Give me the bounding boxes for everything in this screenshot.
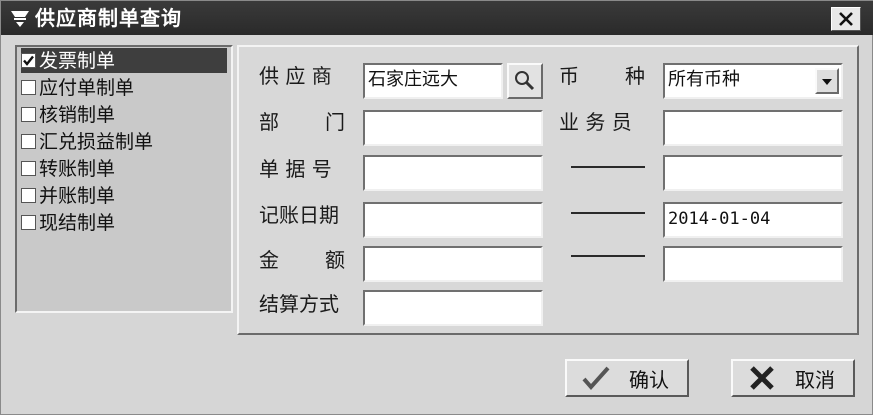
department-input[interactable] <box>363 110 543 146</box>
range-separator <box>571 212 645 214</box>
supplier-label: 供 应 商 <box>259 64 332 88</box>
list-item-label: 现结制单 <box>39 211 116 234</box>
checkbox[interactable] <box>21 107 36 122</box>
confirm-button-label: 确认 <box>629 367 669 392</box>
checkbox[interactable] <box>21 53 36 68</box>
salesman-label: 业 务 员 <box>559 110 632 134</box>
list-item-label: 发票制单 <box>39 49 116 72</box>
list-item-exchange[interactable]: 汇兑损益制单 <box>21 129 227 154</box>
cancel-button-label: 取消 <box>795 367 835 392</box>
range-separator <box>571 166 645 168</box>
checkbox[interactable] <box>21 161 36 176</box>
supplier-input[interactable]: 石家庄远大 <box>363 63 503 99</box>
list-item-label: 应付单制单 <box>39 76 135 99</box>
cross-icon <box>750 366 774 390</box>
checkbox[interactable] <box>21 134 36 149</box>
list-item-label: 核销制单 <box>39 103 116 126</box>
list-item-merge[interactable]: 并账制单 <box>21 183 227 208</box>
doc-number-label: 单 据 号 <box>259 157 332 181</box>
list-item-transfer[interactable]: 转账制单 <box>21 156 227 181</box>
doc-number-from-input[interactable] <box>363 155 543 191</box>
amount-from-input[interactable] <box>363 246 543 282</box>
list-item-invoice[interactable]: 发票制单 <box>21 48 227 73</box>
checkbox[interactable] <box>21 80 36 95</box>
department-label-part1: 部 <box>259 110 279 134</box>
checkmark-icon <box>23 55 34 66</box>
checkbox[interactable] <box>21 215 36 230</box>
list-item-writeoff[interactable]: 核销制单 <box>21 102 227 127</box>
query-form-panel: 供 应 商 石家庄远大 币 种 所有币种 部 门 业 务 员 单 据 号 记账日… <box>237 45 859 335</box>
amount-label-part2: 额 <box>325 248 345 272</box>
amount-label-part1: 金 <box>259 248 279 272</box>
supplier-search-button[interactable] <box>507 63 543 99</box>
chevron-down-icon <box>822 79 832 85</box>
voucher-type-list[interactable]: 发票制单 应付单制单 核销制单 汇兑损益制单 转账制单 并账制单 现结制单 <box>15 45 233 313</box>
list-item-label: 并账制单 <box>39 184 116 207</box>
currency-dropdown-button[interactable] <box>815 68 839 94</box>
list-item-payable[interactable]: 应付单制单 <box>21 75 227 100</box>
settlement-method-label: 结算方式 <box>259 292 339 316</box>
checkmark-icon <box>582 366 610 391</box>
settlement-method-input[interactable] <box>363 290 543 326</box>
supplier-voucher-query-dialog: 供应商制单查询 发票制单 应付单制单 核销制单 汇兑损益制单 转账制单 并账制单… <box>0 0 873 415</box>
list-item-cash-settle[interactable]: 现结制单 <box>21 210 227 235</box>
posting-date-label: 记账日期 <box>259 203 339 227</box>
confirm-button[interactable]: 确认 <box>565 359 689 397</box>
department-label-part2: 门 <box>325 110 345 134</box>
amount-to-input[interactable] <box>663 246 843 282</box>
list-item-label: 汇兑损益制单 <box>39 130 154 153</box>
close-icon <box>839 12 853 26</box>
window-icon <box>9 8 31 28</box>
range-separator <box>571 255 645 257</box>
close-button[interactable] <box>831 7 861 31</box>
currency-label-part2: 种 <box>625 64 645 88</box>
checkbox[interactable] <box>21 188 36 203</box>
magnifier-icon <box>515 71 535 91</box>
posting-date-from-input[interactable] <box>363 202 543 238</box>
window-title: 供应商制单查询 <box>35 6 182 30</box>
salesman-input[interactable] <box>663 110 843 146</box>
currency-label-part1: 币 <box>559 64 579 88</box>
doc-number-to-input[interactable] <box>663 155 843 191</box>
currency-select-value: 所有币种 <box>668 69 740 90</box>
currency-select[interactable]: 所有币种 <box>663 63 843 99</box>
title-bar[interactable]: 供应商制单查询 <box>1 1 873 35</box>
cancel-button[interactable]: 取消 <box>731 359 855 397</box>
posting-date-to-input[interactable]: 2014-01-04 <box>663 202 843 238</box>
list-item-label: 转账制单 <box>39 157 116 180</box>
